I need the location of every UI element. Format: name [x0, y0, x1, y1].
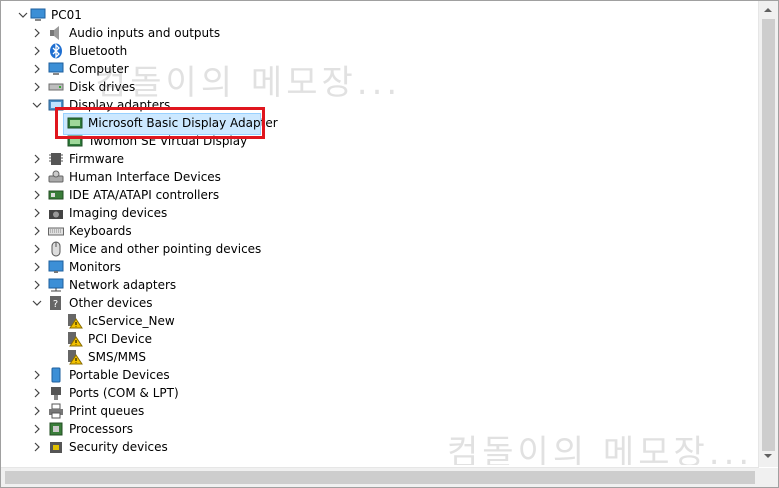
expand-chevron-icon[interactable]: [31, 438, 43, 456]
printer-icon: [48, 403, 64, 419]
expand-chevron-icon[interactable]: [31, 222, 43, 240]
tree-item-audio[interactable]: Audio inputs and outputs: [48, 24, 220, 42]
keyboard-icon: [48, 223, 64, 239]
expand-chevron-icon[interactable]: [31, 168, 43, 186]
tree-root-label: PC01: [51, 8, 82, 22]
hid-icon: [48, 169, 64, 185]
disk-drive-icon: [48, 79, 64, 95]
collapse-chevron-icon[interactable]: [17, 6, 29, 24]
tree-item-bluetooth[interactable]: Bluetooth: [48, 42, 127, 60]
horizontal-scrollbar[interactable]: [1, 467, 759, 487]
tree-item-icservice-new[interactable]: IcService_New: [67, 312, 175, 330]
camera-icon: [48, 205, 64, 221]
tree-item-monitors[interactable]: Monitors: [48, 258, 121, 276]
expand-chevron-icon[interactable]: [31, 384, 43, 402]
tree-item-network-adapters[interactable]: Network adapters: [48, 276, 176, 294]
expand-chevron-icon[interactable]: [31, 240, 43, 258]
speaker-icon: [48, 25, 64, 41]
expand-chevron-icon[interactable]: [31, 366, 43, 384]
computer-icon: [30, 7, 46, 23]
svg-text:?: ?: [53, 299, 58, 310]
unknown-device-warning-icon: [67, 349, 83, 365]
computer-icon: [48, 61, 64, 77]
unknown-device-warning-icon: [67, 313, 83, 329]
expand-chevron-icon[interactable]: [31, 78, 43, 96]
processor-icon: [48, 421, 64, 437]
expand-chevron-icon[interactable]: [31, 60, 43, 78]
tree-item-imaging-devices[interactable]: Imaging devices: [48, 204, 167, 222]
device-manager-window: PC01 Audio inputs and outputs Bluetooth …: [0, 0, 779, 488]
tree-item-sms-mms[interactable]: SMS/MMS: [67, 348, 146, 366]
other-devices-icon: ?: [48, 295, 64, 311]
bluetooth-icon: [48, 43, 64, 59]
unknown-device-warning-icon: [67, 331, 83, 347]
collapse-chevron-icon[interactable]: [31, 96, 43, 114]
tree-item-security-devices[interactable]: Security devices: [48, 438, 168, 456]
network-adapter-icon: [48, 277, 64, 293]
scrollbar-corner: [759, 468, 778, 487]
tree-item-portable-devices[interactable]: Portable Devices: [48, 366, 170, 384]
tree-item-print-queues[interactable]: Print queues: [48, 402, 144, 420]
ide-controller-icon: [48, 187, 64, 203]
port-icon: [48, 385, 64, 401]
scroll-up-arrow-icon[interactable]: [763, 4, 773, 18]
watermark-text: 컴돌이의 메모장...: [447, 433, 754, 465]
expand-chevron-icon[interactable]: [31, 420, 43, 438]
portable-device-icon: [48, 367, 64, 383]
tree-item-mice[interactable]: Mice and other pointing devices: [48, 240, 261, 258]
horizontal-scroll-thumb[interactable]: [5, 471, 755, 484]
expand-chevron-icon[interactable]: [31, 258, 43, 276]
tree-item-pci-device[interactable]: PCI Device: [67, 330, 152, 348]
expand-chevron-icon[interactable]: [31, 24, 43, 42]
security-device-icon: [48, 439, 64, 455]
tree-item-other-devices[interactable]: ? Other devices: [48, 294, 153, 312]
expand-chevron-icon[interactable]: [31, 150, 43, 168]
tree-item-human-interface-devices[interactable]: Human Interface Devices: [48, 168, 221, 186]
tree-item-ports[interactable]: Ports (COM & LPT): [48, 384, 179, 402]
mouse-icon: [48, 241, 64, 257]
vertical-scrollbar[interactable]: [758, 1, 778, 467]
tree-item-ide-ata-atapi[interactable]: IDE ATA/ATAPI controllers: [48, 186, 219, 204]
vertical-scroll-thumb[interactable]: [762, 19, 775, 451]
monitor-icon: [48, 259, 64, 275]
firmware-icon: [48, 151, 64, 167]
collapse-chevron-icon[interactable]: [31, 294, 43, 312]
highlight-annotation-box: [55, 107, 265, 139]
expand-chevron-icon[interactable]: [31, 204, 43, 222]
expand-chevron-icon[interactable]: [31, 42, 43, 60]
expand-chevron-icon[interactable]: [31, 276, 43, 294]
tree-item-firmware[interactable]: Firmware: [48, 150, 124, 168]
device-tree: PC01 Audio inputs and outputs Bluetooth …: [1, 1, 758, 465]
scroll-down-arrow-icon[interactable]: [763, 450, 773, 464]
tree-item-processors[interactable]: Processors: [48, 420, 133, 438]
expand-chevron-icon[interactable]: [31, 402, 43, 420]
tree-item-computer[interactable]: Computer: [48, 60, 129, 78]
tree-item-keyboards[interactable]: Keyboards: [48, 222, 132, 240]
expand-chevron-icon[interactable]: [31, 186, 43, 204]
tree-root-pc[interactable]: PC01: [30, 6, 82, 24]
tree-item-disk-drives[interactable]: Disk drives: [48, 78, 135, 96]
